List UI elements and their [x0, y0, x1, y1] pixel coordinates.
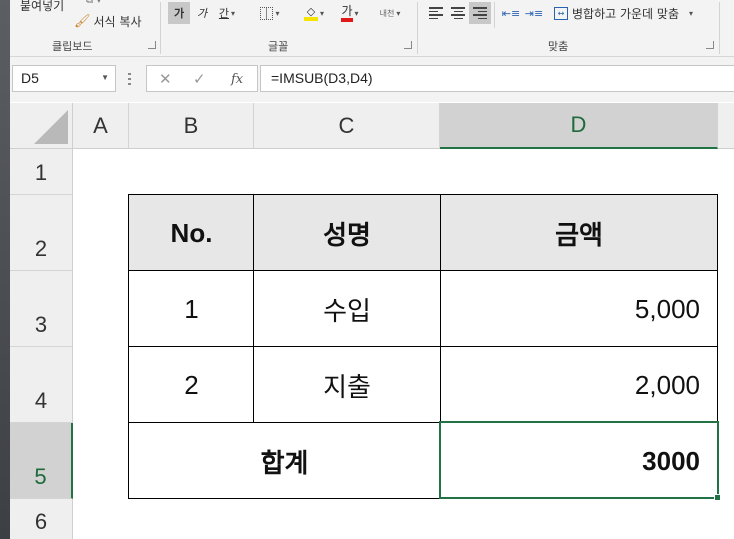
- column-header-c[interactable]: C: [254, 103, 440, 149]
- merge-center-label: 병합하고 가운데 맞춤: [572, 6, 679, 21]
- fill-color-icon: ◇: [303, 6, 318, 21]
- column-header-a[interactable]: A: [73, 103, 129, 149]
- select-all-icon: [34, 110, 68, 144]
- chevron-down-icon: ▾: [275, 8, 280, 18]
- copy-icon[interactable]: ⧉ ▾: [86, 0, 101, 6]
- row-header-1[interactable]: 1: [10, 149, 73, 195]
- increase-indent-icon: ⇥≡: [524, 6, 544, 20]
- group-divider: [417, 2, 418, 54]
- fill-handle[interactable]: [714, 494, 721, 501]
- row-header-6[interactable]: 6: [10, 499, 73, 539]
- font-color-button[interactable]: 가 ▾: [334, 2, 366, 24]
- chevron-down-icon: ▾: [689, 8, 694, 18]
- bold-button[interactable]: 가: [168, 2, 190, 24]
- font-color-label: 가: [341, 4, 353, 22]
- borders-icon: [260, 6, 274, 20]
- active-cell-selection: [439, 421, 719, 499]
- row-header-3[interactable]: 3: [10, 271, 73, 347]
- phonetic-guide-label: 내천: [379, 8, 395, 18]
- increase-indent-button[interactable]: ⇥≡: [523, 2, 545, 24]
- insert-function-icon[interactable]: fx: [231, 72, 243, 87]
- button-divider: [494, 2, 495, 28]
- column-header-b[interactable]: B: [129, 103, 254, 149]
- window-edge: [0, 0, 10, 539]
- clipboard-dialog-launcher-icon[interactable]: [148, 41, 156, 49]
- format-painter-button[interactable]: 🖌 서식 복사: [74, 13, 142, 30]
- align-left-button[interactable]: [425, 2, 447, 24]
- row-header-5[interactable]: 5: [10, 423, 73, 499]
- paste-button[interactable]: 붙여넣기: [20, 0, 64, 14]
- cell-c3[interactable]: 수입: [254, 271, 440, 347]
- align-right-icon: [473, 7, 487, 19]
- group-divider: [160, 2, 161, 54]
- chevron-down-icon: ▾: [231, 8, 236, 18]
- cell-c2[interactable]: 성명: [254, 195, 440, 271]
- clipboard-group-label: 클립보드: [52, 40, 93, 53]
- chevron-down-icon[interactable]: ▼: [101, 73, 109, 82]
- align-center-button[interactable]: [447, 2, 469, 24]
- name-box-value: D5: [21, 70, 39, 86]
- italic-button[interactable]: 가: [192, 2, 212, 24]
- row-header-4[interactable]: 4: [10, 347, 73, 423]
- underline-label: 간: [218, 7, 230, 20]
- ribbon: 붙여넣기 ⧉ ▾ 🖌 서식 복사 클립보드 가 가 간 ▾ ▾ ◇ ▾ 가 ▾ 내천 ▾…: [0, 0, 734, 57]
- table-border: [128, 194, 129, 499]
- align-center-icon: [451, 7, 465, 19]
- row-header-2[interactable]: 2: [10, 195, 73, 271]
- borders-button[interactable]: ▾: [254, 2, 286, 24]
- chevron-down-icon: ▾: [396, 8, 401, 18]
- merge-cells-icon: ↔: [554, 6, 568, 20]
- underline-button[interactable]: 간 ▾: [214, 2, 240, 24]
- name-box[interactable]: D5 ▼: [12, 65, 116, 92]
- font-group-label: 글꼴: [268, 40, 289, 53]
- formula-input[interactable]: =IMSUB(D3,D4): [260, 65, 734, 92]
- alignment-dialog-launcher-icon[interactable]: [706, 41, 714, 49]
- cancel-icon[interactable]: ✕: [159, 70, 172, 88]
- table-border: [128, 346, 718, 347]
- formula-bar-resize-handle[interactable]: [128, 73, 131, 85]
- cell-d3[interactable]: 5,000: [440, 271, 718, 347]
- column-header-e[interactable]: [718, 103, 734, 149]
- table-border: [128, 270, 718, 271]
- cell-b2[interactable]: No.: [129, 195, 254, 271]
- cell-b4[interactable]: 2: [129, 347, 254, 423]
- table-border: [253, 194, 254, 423]
- column-header-d[interactable]: D: [440, 103, 718, 149]
- chevron-down-icon: ▾: [354, 8, 359, 18]
- phonetic-guide-button[interactable]: 내천 ▾: [372, 2, 408, 24]
- table-border: [128, 194, 718, 195]
- cell-d2[interactable]: 금액: [440, 195, 718, 271]
- cell-b3[interactable]: 1: [129, 271, 254, 347]
- font-dialog-launcher-icon[interactable]: [404, 41, 412, 49]
- decrease-indent-button[interactable]: ⇤≡: [500, 2, 522, 24]
- group-divider: [719, 2, 720, 54]
- align-left-icon: [429, 7, 443, 19]
- enter-icon[interactable]: ✓: [193, 70, 206, 88]
- chevron-down-icon: ▾: [319, 8, 324, 18]
- format-painter-label: 서식 복사: [93, 15, 142, 29]
- alignment-group-label: 맞춤: [548, 40, 569, 53]
- cell-b5-merged[interactable]: 합계: [129, 423, 440, 499]
- align-right-button[interactable]: [469, 2, 491, 24]
- merge-center-button[interactable]: ↔ 병합하고 가운데 맞춤 ▾: [554, 2, 710, 24]
- paintbrush-icon: 🖌: [74, 14, 91, 29]
- select-all-button[interactable]: [10, 103, 73, 149]
- fill-color-button[interactable]: ◇ ▾: [298, 2, 330, 24]
- formula-buttons: ✕ ✓ fx: [146, 65, 258, 92]
- cell-c4[interactable]: 지출: [254, 347, 440, 423]
- decrease-indent-icon: ⇤≡: [501, 6, 521, 20]
- cell-d4[interactable]: 2,000: [440, 347, 718, 423]
